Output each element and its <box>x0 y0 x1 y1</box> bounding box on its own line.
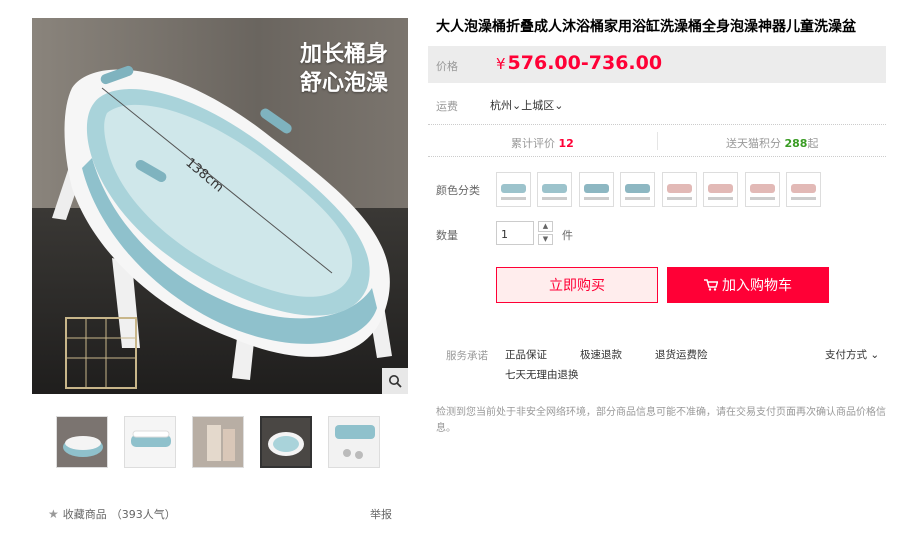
service-item-seven-day-return[interactable]: 七天无理由退换 <box>505 367 579 382</box>
color-swatch-8[interactable] <box>786 172 821 207</box>
stat-separator <box>657 132 658 150</box>
report-link[interactable]: 举报 <box>370 506 392 522</box>
price-value: ¥576.00-736.00 <box>496 52 662 74</box>
thumbnail-4[interactable] <box>260 416 312 468</box>
shipping-city: 杭州 <box>490 99 512 112</box>
swatch-image <box>584 184 609 200</box>
image-headline-line1: 加长桶身 <box>299 42 388 67</box>
color-swatch-3[interactable] <box>579 172 614 207</box>
points-label: 送天猫积分 <box>726 137 781 150</box>
swatch-image <box>750 184 775 200</box>
services-label: 服务承诺 <box>446 350 488 362</box>
popularity-count: （393人气） <box>110 508 176 521</box>
currency-symbol: ¥ <box>496 55 506 73</box>
color-swatch-2[interactable] <box>537 172 572 207</box>
buy-now-button[interactable]: 立即购买 <box>496 267 658 303</box>
product-title: 大人泡澡桶折叠成人沐浴桶家用浴缸洗澡桶全身泡澡神器儿童洗澡盆 <box>436 19 856 35</box>
color-swatch-7[interactable] <box>745 172 780 207</box>
service-item-authentic[interactable]: 正品保证 <box>505 347 547 362</box>
points-stat: 送天猫积分 288起 <box>726 135 818 151</box>
swatch-image <box>791 184 816 200</box>
service-item-fast-refund[interactable]: 极速退款 <box>580 347 622 362</box>
add-to-cart-label: 加入购物车 <box>722 278 792 294</box>
color-swatch-1[interactable] <box>496 172 531 207</box>
shipping-label: 运费 <box>436 100 458 113</box>
collect-product[interactable]: ★ 收藏商品 （393人气） <box>48 506 176 522</box>
divider <box>428 156 886 157</box>
color-swatch-5[interactable] <box>662 172 697 207</box>
thumbnail-1[interactable] <box>56 416 108 468</box>
price-range: 576.00-736.00 <box>507 52 663 74</box>
security-notice: 检测到您当前处于非安全网络环境，部分商品信息可能不准确，请在交易支付页面再次确认… <box>436 407 886 434</box>
points-value: 288 <box>784 137 808 150</box>
image-headline-line2: 舒心泡澡 <box>299 71 388 96</box>
thumbnail-image <box>193 417 243 467</box>
color-swatch-6[interactable] <box>703 172 738 207</box>
quantity-label: 数量 <box>436 229 458 242</box>
chevron-down-icon: ⌄ <box>512 99 522 112</box>
main-product-image[interactable]: 加长桶身 舒心泡澡 138cm <box>32 18 408 394</box>
collect-label: 收藏商品 <box>62 508 107 521</box>
star-icon: ★ <box>48 507 59 521</box>
zoom-button[interactable] <box>382 368 408 394</box>
thumbnail-2[interactable] <box>124 416 176 468</box>
swatch-image <box>625 184 650 200</box>
points-unit: 起 <box>807 137 819 150</box>
service-item-return-insurance[interactable]: 退货运费险 <box>655 347 708 362</box>
chevron-down-icon: ⌄ <box>870 349 880 361</box>
quantity-input[interactable]: 1 <box>496 221 534 245</box>
thumbnail-5[interactable] <box>328 416 380 468</box>
product-gallery: 加长桶身 舒心泡澡 138cm <box>32 18 408 394</box>
thumbnail-strip <box>56 416 386 470</box>
color-swatch-4[interactable] <box>620 172 655 207</box>
swatch-image <box>501 184 526 200</box>
cart-icon <box>704 279 718 291</box>
payment-methods[interactable]: 支付方式 ⌄ <box>825 347 879 362</box>
magnifier-icon <box>389 375 402 388</box>
thumbnail-image <box>329 417 379 467</box>
thumbnail-image <box>262 418 310 466</box>
color-swatches <box>496 172 826 208</box>
stats-row: 累计评价 12 送天猫积分 288起 <box>428 126 886 156</box>
add-to-cart-button[interactable]: 加入购物车 <box>667 267 829 303</box>
shipping-district: 上城区 <box>521 99 555 112</box>
review-stat[interactable]: 累计评价 12 <box>511 135 574 151</box>
swatch-image <box>667 184 692 200</box>
price-label: 价格 <box>436 60 458 73</box>
quantity-unit: 件 <box>562 229 573 242</box>
color-label: 颜色分类 <box>436 184 480 197</box>
shipping-destination[interactable]: 杭州⌄上城区⌄ <box>490 97 563 113</box>
thumbnail-image <box>125 417 175 467</box>
swatch-image <box>542 184 567 200</box>
chevron-down-icon: ⌄ <box>554 99 564 112</box>
review-count: 12 <box>558 137 574 150</box>
thumbnail-3[interactable] <box>192 416 244 468</box>
review-label: 累计评价 <box>511 137 555 150</box>
swatch-image <box>708 184 733 200</box>
price-box: 价格 ¥576.00-736.00 <box>428 46 886 83</box>
divider <box>428 124 886 125</box>
payment-label: 支付方式 <box>825 349 867 361</box>
quantity-increase-button[interactable]: ▲ <box>538 221 553 232</box>
thumbnail-image <box>57 417 107 467</box>
image-headline: 加长桶身 舒心泡澡 <box>300 40 388 98</box>
quantity-decrease-button[interactable]: ▼ <box>538 234 553 245</box>
